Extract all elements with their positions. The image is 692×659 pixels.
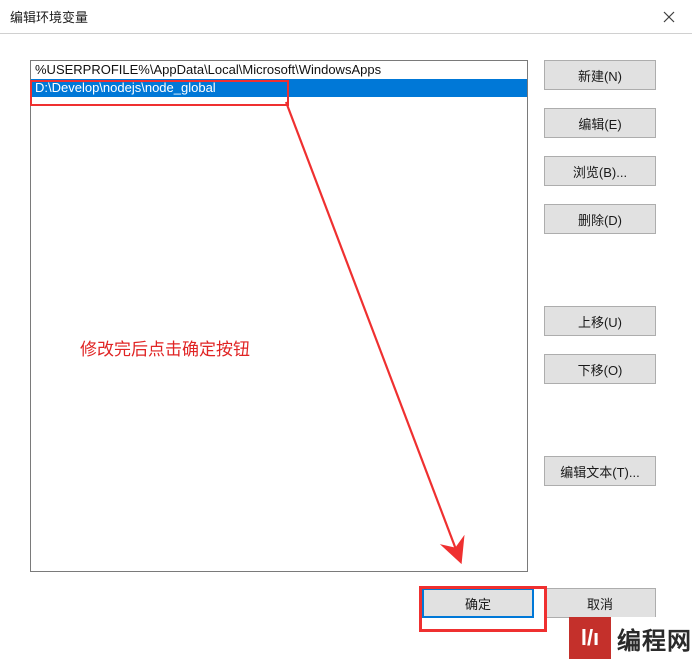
path-list-item[interactable]: D:\Develop\nodejs\node_global [31, 79, 527, 97]
close-button[interactable] [646, 0, 692, 33]
button-column: 新建(N) 编辑(E) 浏览(B)... 删除(D) 上移(U) 下移(O) 编… [544, 60, 656, 572]
watermark-logo-icon: l/ı [569, 617, 611, 659]
edit-button[interactable]: 编辑(E) [544, 108, 656, 138]
new-button[interactable]: 新建(N) [544, 60, 656, 90]
browse-button[interactable]: 浏览(B)... [544, 156, 656, 186]
bottom-button-row: 确定 取消 [30, 588, 674, 618]
edit-text-button[interactable]: 编辑文本(T)... [544, 456, 656, 486]
annotation-hint-text: 修改完后点击确定按钮 [80, 335, 250, 360]
window-title: 编辑环境变量 [10, 7, 88, 26]
site-watermark: l/ı 编程网 [569, 617, 692, 659]
ok-button[interactable]: 确定 [422, 588, 534, 618]
path-list[interactable]: %USERPROFILE%\AppData\Local\Microsoft\Wi… [30, 60, 528, 572]
watermark-text: 编程网 [617, 621, 692, 656]
delete-button[interactable]: 删除(D) [544, 204, 656, 234]
move-up-button[interactable]: 上移(U) [544, 306, 656, 336]
title-bar: 编辑环境变量 [0, 0, 692, 34]
cancel-button[interactable]: 取消 [544, 588, 656, 618]
path-list-item[interactable]: %USERPROFILE%\AppData\Local\Microsoft\Wi… [31, 61, 527, 79]
close-icon [663, 11, 675, 23]
main-row: %USERPROFILE%\AppData\Local\Microsoft\Wi… [30, 60, 674, 572]
edit-env-var-dialog: 编辑环境变量 %USERPROFILE%\AppData\Local\Micro… [0, 0, 692, 659]
move-down-button[interactable]: 下移(O) [544, 354, 656, 384]
